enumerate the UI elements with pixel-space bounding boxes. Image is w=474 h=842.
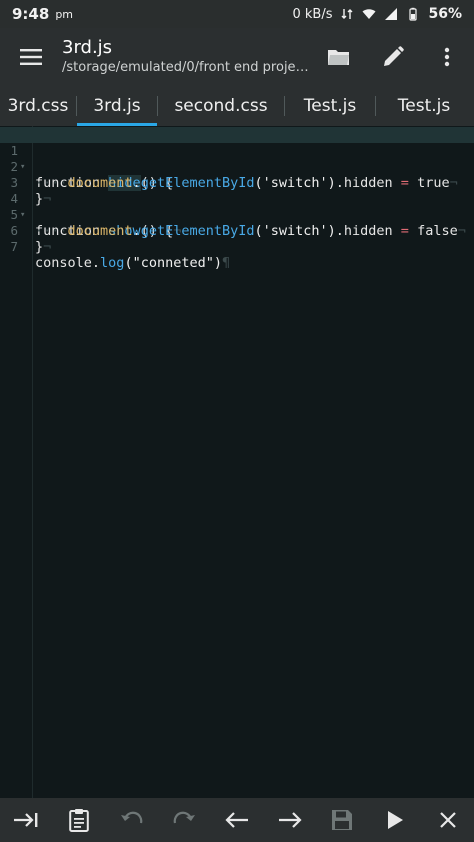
tab-3rd-js[interactable]: 3rd.js bbox=[77, 86, 157, 126]
code-line[interactable]: 2 ····document.getElementById('switch').… bbox=[0, 143, 474, 191]
arrow-left-icon bbox=[225, 812, 248, 828]
file-title: 3rd.js bbox=[62, 37, 113, 58]
redo-button[interactable] bbox=[158, 798, 210, 842]
eol-marker: ¬ bbox=[43, 239, 52, 255]
signal-icon bbox=[385, 8, 398, 20]
tab-test-js-2[interactable]: Test.js bbox=[376, 86, 472, 126]
tab-key-icon bbox=[14, 813, 38, 827]
bottom-toolbar bbox=[0, 798, 474, 842]
folder-open-icon bbox=[328, 50, 349, 65]
save-icon bbox=[332, 810, 353, 830]
battery-icon bbox=[409, 7, 418, 21]
punctuation: . bbox=[91, 255, 101, 271]
battery-percent: 56% bbox=[428, 6, 462, 22]
code-line[interactable]: 4 ▾ function show() {¬ bbox=[0, 175, 474, 239]
data-transfer-icon bbox=[341, 9, 353, 19]
arrow-right-icon bbox=[278, 812, 302, 828]
undo-icon bbox=[120, 811, 142, 824]
more-vertical-icon bbox=[444, 47, 450, 67]
play-icon bbox=[387, 811, 403, 829]
arrow-left-button[interactable] bbox=[211, 798, 263, 842]
file-tabs: 3rd.css 3rd.js second.css Test.js Test.j… bbox=[0, 86, 474, 126]
object-name: console bbox=[35, 255, 92, 271]
code-line[interactable]: 5 ····document.getElementById('switch').… bbox=[0, 191, 474, 239]
hamburger-icon bbox=[20, 49, 42, 65]
clock-ampm: pm bbox=[55, 7, 74, 21]
tab-second-css[interactable]: second.css bbox=[158, 86, 284, 126]
close-icon bbox=[439, 812, 456, 828]
status-bar: 9:48 pm 0 kB/s 56% bbox=[0, 0, 474, 28]
clipboard-icon bbox=[69, 809, 89, 832]
open-folder-button[interactable] bbox=[312, 28, 366, 86]
file-path: /storage/emulated/0/front end project... bbox=[62, 60, 312, 75]
save-button[interactable] bbox=[316, 798, 368, 842]
pencil-icon bbox=[384, 46, 404, 66]
method-name: log bbox=[100, 255, 125, 271]
tab-insert-button[interactable] bbox=[0, 798, 52, 842]
code-line[interactable]: 1 ▾ function hide() { bbox=[0, 127, 474, 191]
undo-button[interactable] bbox=[106, 798, 158, 842]
appbar-actions bbox=[312, 28, 474, 86]
code-line[interactable]: 7 console.log("conneted")¶ bbox=[0, 223, 474, 271]
eol-marker: ¶ bbox=[221, 255, 231, 271]
wifi-icon bbox=[362, 9, 376, 19]
arrow-right-button[interactable] bbox=[264, 798, 316, 842]
code-text: }¬ bbox=[35, 239, 51, 255]
code-editor[interactable]: 1 ▾ function hide() { 2 ····document.get… bbox=[0, 126, 474, 798]
code-line[interactable]: 6 }¬ bbox=[0, 207, 474, 255]
file-title-area: 3rd.js /storage/emulated/0/front end pro… bbox=[62, 37, 312, 77]
line-number: 7 bbox=[10, 239, 18, 254]
edit-button[interactable] bbox=[366, 28, 420, 86]
run-button[interactable] bbox=[369, 798, 421, 842]
clipboard-button[interactable] bbox=[53, 798, 105, 842]
status-time: 9:48 pm bbox=[12, 5, 73, 23]
code-text: console.log("conneted")¶ bbox=[35, 255, 230, 271]
code-line[interactable]: 3 }¬ bbox=[0, 159, 474, 207]
clock-time: 9:48 bbox=[12, 5, 50, 23]
app-bar: 3rd.js /storage/emulated/0/front end pro… bbox=[0, 28, 474, 86]
network-speed: 0 kB/s bbox=[292, 6, 333, 22]
redo-icon bbox=[173, 811, 196, 824]
argument: ("conneted") bbox=[124, 255, 222, 271]
menu-button[interactable] bbox=[0, 28, 62, 86]
tab-3rd-css[interactable]: 3rd.css bbox=[0, 86, 76, 126]
tab-test-js[interactable]: Test.js bbox=[285, 86, 375, 126]
status-indicators: 0 kB/s 56% bbox=[292, 6, 462, 22]
punctuation: } bbox=[35, 239, 44, 255]
overflow-menu-button[interactable] bbox=[420, 28, 474, 86]
close-button[interactable] bbox=[422, 798, 474, 842]
